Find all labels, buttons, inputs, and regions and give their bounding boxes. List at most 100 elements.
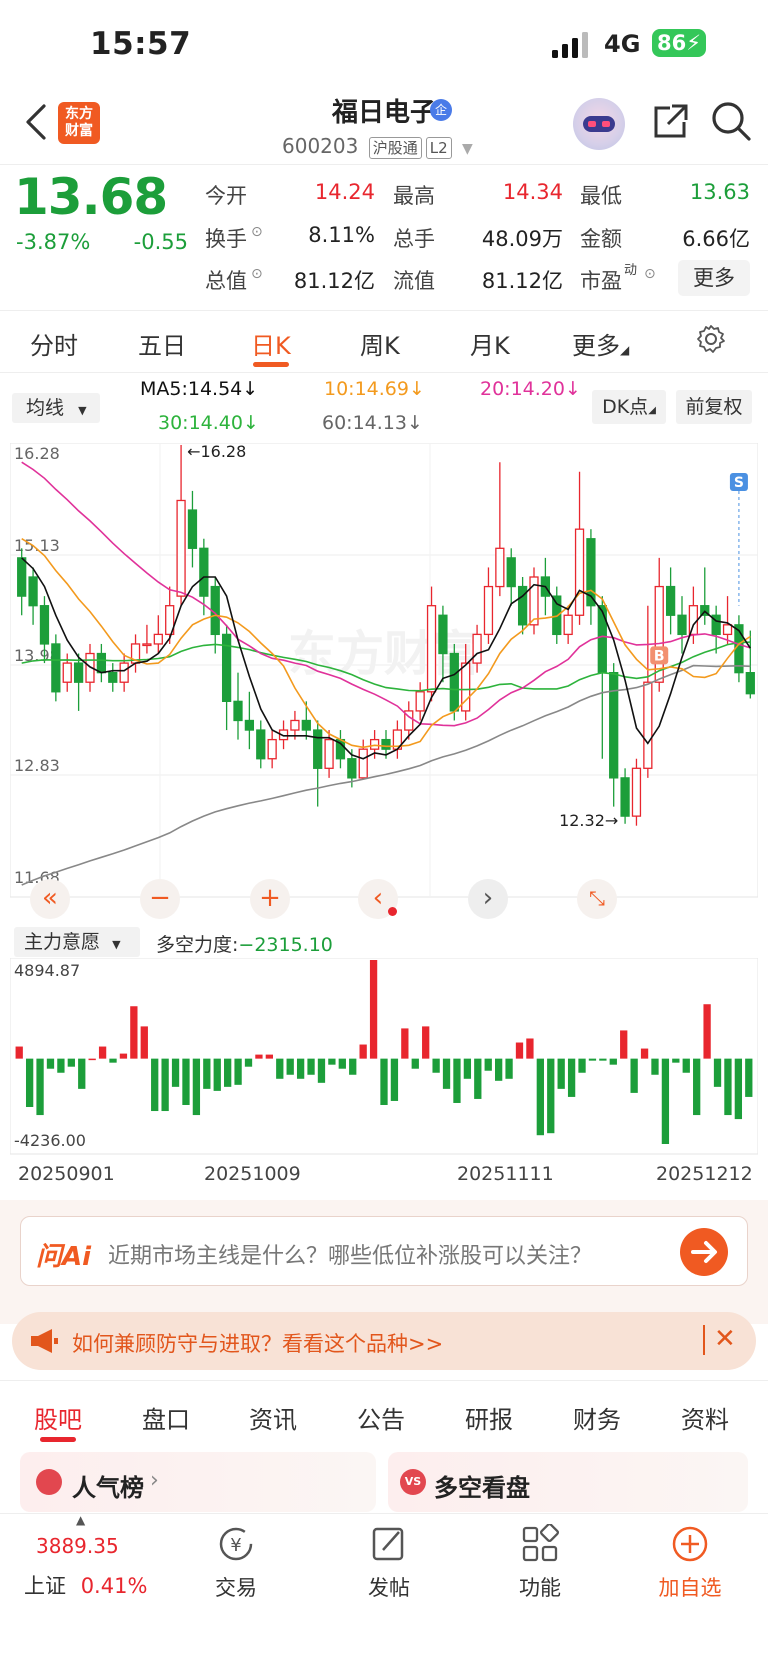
indicator-selector[interactable]: 主力意愿 ▼: [14, 927, 140, 957]
trade-icon[interactable]: ¥: [216, 1524, 256, 1564]
date-label-4: 20251212: [656, 1163, 753, 1185]
stock-code-line[interactable]: 600203 沪股通 L2 ▼: [282, 134, 473, 159]
candle-body: [381, 738, 391, 750]
index-value[interactable]: 3889.35: [36, 1534, 119, 1558]
megaphone-icon: [31, 1329, 58, 1353]
ma5-value: MA5:14.54↓: [140, 378, 259, 400]
search-icon[interactable]: [710, 100, 752, 142]
indicator-bar: [78, 1058, 86, 1089]
tab-forum[interactable]: 股吧: [34, 1400, 82, 1435]
arrow-right-icon: [691, 1241, 717, 1263]
post-icon[interactable]: [369, 1524, 409, 1564]
tab-weekly-k[interactable]: 周K: [360, 326, 400, 361]
promo-text[interactable]: 如何兼顾防守与进取？看看这个品种>>: [72, 1328, 443, 1358]
quote-value-0-2: 13.63: [689, 180, 750, 204]
tab-news[interactable]: 资讯: [249, 1400, 297, 1435]
indicator-value: −2315.10: [238, 934, 333, 956]
indicator-bar: [213, 1058, 221, 1091]
function-label[interactable]: 功能: [490, 1572, 590, 1602]
tab-financials[interactable]: 财务: [573, 1400, 621, 1435]
indicator-bar: [567, 1058, 576, 1097]
indicator-bar: [609, 1058, 617, 1065]
ai-go-button[interactable]: [680, 1228, 728, 1276]
tab-daily-k[interactable]: 日K: [251, 326, 291, 361]
candle-body: [506, 557, 516, 588]
trade-label[interactable]: 交易: [186, 1572, 286, 1602]
share-icon[interactable]: [650, 102, 690, 142]
tab-research[interactable]: 研报: [465, 1400, 513, 1435]
zoom-out-button[interactable]: −: [140, 879, 180, 919]
candle-body: [39, 605, 50, 645]
indicator-bar: [171, 1058, 180, 1087]
date-label-3: 20251111: [457, 1163, 554, 1185]
indicator-bar: [296, 1058, 305, 1079]
indicator-bar: [390, 1058, 399, 1101]
sentiment-card[interactable]: VS 多空看盘: [388, 1452, 748, 1512]
indicator-label: 多空力度:: [156, 934, 239, 956]
quote-label-2-0: 总值: [205, 269, 247, 293]
post-label[interactable]: 发帖: [339, 1572, 439, 1602]
change-percent: -3.87%: [16, 230, 91, 254]
tab-announcements[interactable]: 公告: [357, 1400, 405, 1435]
indicator-chart[interactable]: 4894.87 -4236.00: [10, 958, 758, 1156]
popularity-card[interactable]: 人气榜 ›: [20, 1452, 376, 1512]
candle-body: [51, 643, 61, 693]
indicator-bar: [57, 1058, 65, 1073]
stock-code: 600203: [282, 134, 359, 158]
indicator-bar: [276, 1058, 284, 1079]
function-grid-icon[interactable]: [520, 1524, 560, 1564]
indicator-bar: [119, 1053, 128, 1059]
info-icon[interactable]: ⊙: [251, 224, 263, 240]
quote-label-0-0: 今开: [205, 184, 247, 208]
buy-marker-label: B: [654, 648, 665, 664]
ai-assistant-avatar[interactable]: [573, 98, 625, 150]
indicator-bar: [620, 1030, 628, 1059]
date-label-1: 20250901: [18, 1163, 115, 1185]
tab-five-day[interactable]: 五日: [138, 326, 186, 361]
ma-selector[interactable]: 均线 ▼: [12, 393, 100, 423]
candle-body: [495, 547, 505, 588]
settings-gear-icon[interactable]: [696, 324, 726, 354]
y-axis-label: 16.28: [14, 444, 60, 463]
quote-value-0-0: 14.24: [314, 180, 375, 204]
tab-intraday[interactable]: 分时: [30, 326, 78, 361]
more-button[interactable]: 更多: [678, 260, 750, 296]
info-icon[interactable]: ⊙: [251, 266, 263, 282]
indicator-bar: [432, 1058, 440, 1073]
kline-chart[interactable]: 东方财富16.2815.1313.9812.8311.68←16.2812.32…: [10, 443, 758, 923]
candle-body: [290, 719, 300, 731]
forward-adjust-button[interactable]: 前复权: [676, 390, 752, 424]
indicator-bar: [15, 1046, 23, 1059]
candle-body: [301, 719, 311, 731]
candle-body: [722, 624, 733, 636]
signal-icon: [552, 32, 588, 58]
add-watchlist-icon[interactable]: [670, 1524, 710, 1564]
close-icon[interactable]: ✕: [714, 1324, 736, 1354]
indicator-bar: [182, 1058, 190, 1105]
indicator-bar: [286, 1058, 294, 1075]
tab-more[interactable]: 更多◢: [572, 326, 629, 361]
indicator-bar: [328, 1058, 336, 1065]
dk-point-button[interactable]: DK点◢: [592, 390, 666, 424]
tab-profile[interactable]: 资料: [681, 1400, 729, 1435]
index-name: 上证: [24, 1574, 66, 1598]
scroll-left-fast-button[interactable]: «: [30, 879, 70, 919]
add-watchlist-label[interactable]: 加自选: [640, 1572, 740, 1602]
candle-body: [369, 738, 380, 750]
fullscreen-button[interactable]: ⤡: [577, 879, 617, 919]
ai-logo: 问Ai: [36, 1242, 92, 1272]
tab-order-book[interactable]: 盘口: [142, 1400, 190, 1435]
candle-body: [620, 777, 630, 817]
shanghai-connect-tag: 沪股通: [368, 137, 422, 159]
index-item[interactable]: 上证 0.41%: [24, 1570, 147, 1600]
step-right-button[interactable]: ›: [468, 879, 508, 919]
level2-tag: L2: [425, 137, 452, 159]
indicator-readout: 多空力度:−2315.10: [156, 930, 333, 957]
tab-monthly-k[interactable]: 月K: [470, 326, 510, 361]
indicator-bar: [98, 1046, 107, 1059]
indicator-bar: [661, 1058, 670, 1144]
change-amount: -0.55: [133, 230, 188, 254]
candle-body: [449, 652, 459, 712]
zoom-in-button[interactable]: +: [250, 879, 290, 919]
ai-prompt[interactable]: 近期市场主线是什么？哪些低位补涨股可以关注？: [108, 1238, 592, 1270]
